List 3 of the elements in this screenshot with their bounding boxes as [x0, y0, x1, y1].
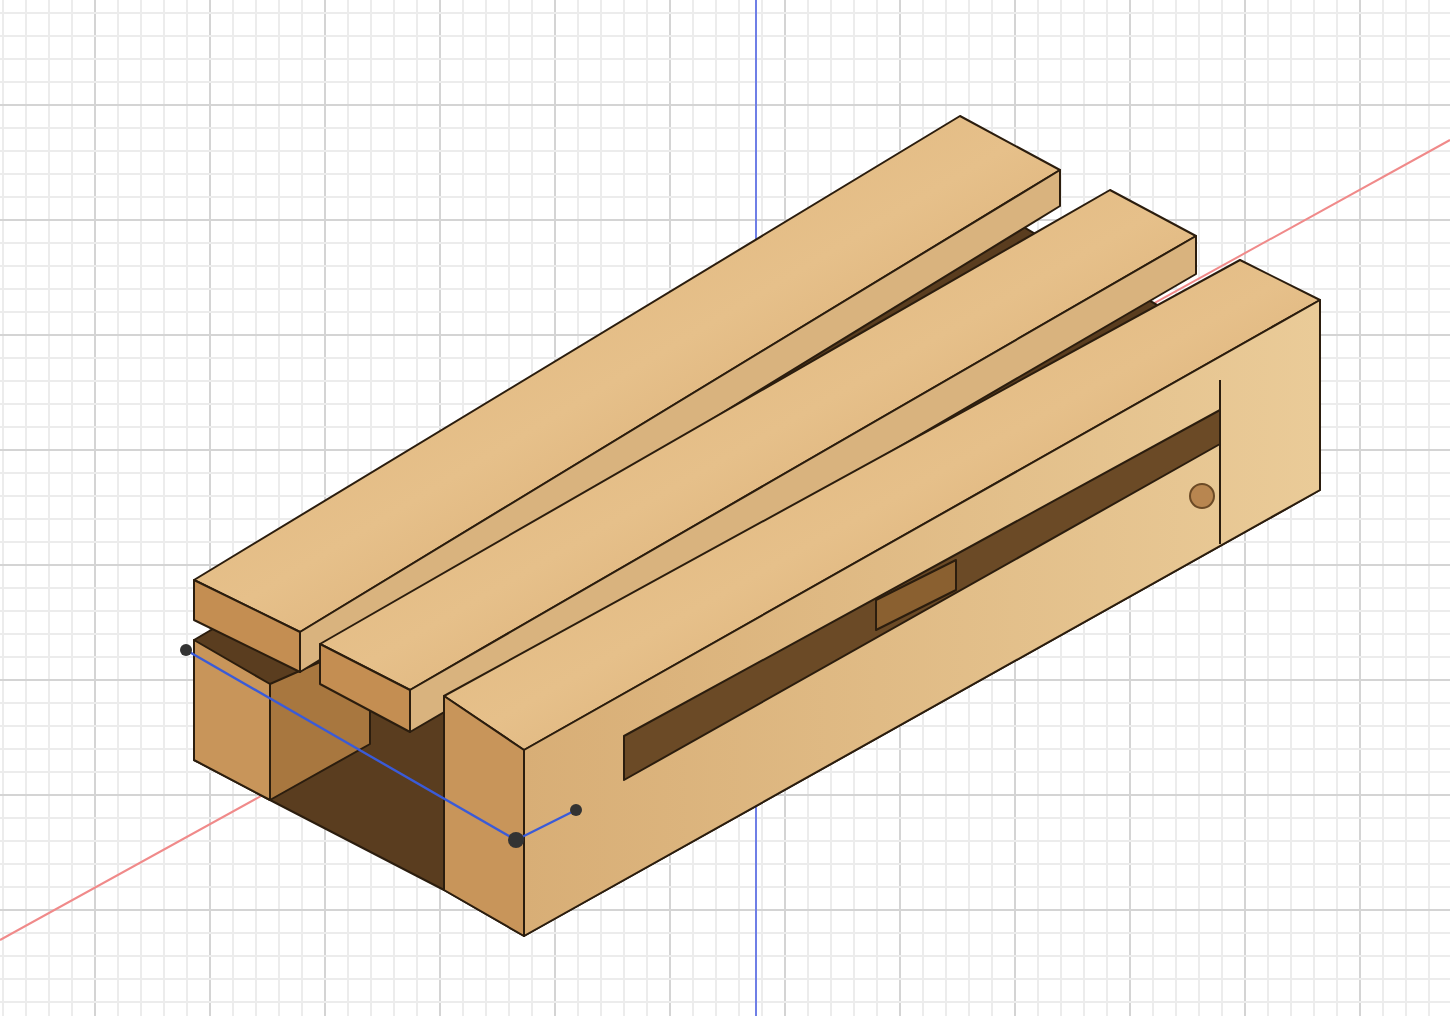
sketch-line[interactable] — [180, 644, 582, 848]
viewport[interactable] — [0, 0, 1450, 1016]
pallet-drawing[interactable] — [193, 115, 1321, 937]
